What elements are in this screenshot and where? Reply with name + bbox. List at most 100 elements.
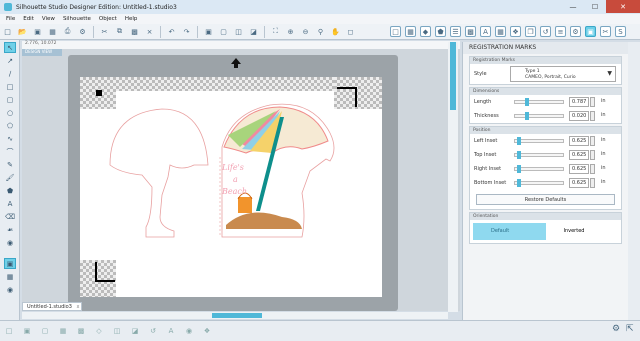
select-tool-icon[interactable]: ↖ [4,42,16,53]
print-icon[interactable]: ⎙ [62,26,73,37]
design-page[interactable]: Life's a Beach [80,77,382,297]
right-inset-slider-knob[interactable] [517,165,522,173]
pan-icon[interactable]: ✋ [330,26,341,37]
fill-pattern-icon[interactable]: ▩ [465,26,476,37]
left-inset-field[interactable]: 0.625 [569,136,589,146]
length-field[interactable]: 0.787 [569,97,589,107]
online-store-icon[interactable]: ◉ [4,284,16,295]
store-icon[interactable]: S [615,26,626,37]
horizontal-scroll-thumb[interactable] [212,313,262,318]
fit-page-icon[interactable]: ◻ [345,26,356,37]
new-document-icon[interactable]: □ [2,26,13,37]
bottom-group-icon[interactable]: ▣ [22,326,32,336]
send-back-icon[interactable]: ◪ [248,26,259,37]
regular-polygon-icon[interactable]: ⬟ [4,185,16,196]
vertical-scroll-thumb[interactable] [450,42,456,110]
paste-icon[interactable]: ▩ [129,26,140,37]
grid-settings-icon[interactable]: ▦ [405,26,416,37]
menu-silhouette[interactable]: Silhouette [63,16,91,22]
select-all-icon[interactable]: ⛶ [270,26,281,37]
fill-color-icon[interactable]: ◆ [420,26,431,37]
horizontal-scrollbar[interactable] [22,312,448,319]
delete-icon[interactable]: ⨯ [144,26,155,37]
zoom-in-icon[interactable]: ⊕ [285,26,296,37]
tab-close-icon[interactable]: x [76,304,79,310]
thickness-slider-knob[interactable] [525,112,530,120]
curve-tool-icon[interactable]: ∿ [4,133,16,144]
length-slider[interactable] [514,98,564,106]
right-inset-field[interactable]: 0.625 [569,164,589,174]
restore-defaults-button[interactable]: Restore Defaults [476,194,615,205]
bottom-mirror-icon[interactable]: ◪ [130,326,140,336]
text-style-icon[interactable]: A [480,26,491,37]
cut-settings-icon[interactable]: ✂ [600,26,611,37]
trace-icon[interactable]: ❖ [510,26,521,37]
orientation-default-option[interactable]: Default [473,223,546,240]
bottom-inset-field[interactable]: 0.625 [569,178,589,188]
registration-marks-icon[interactable]: ▣ [585,26,596,37]
knife-tool-icon[interactable]: ☙ [4,224,16,235]
settings-gear-icon[interactable]: ⚙ [612,324,620,334]
thickness-field[interactable]: 0.020 [569,111,589,121]
top-inset-stepper[interactable] [590,150,595,160]
eraser-tool-icon[interactable]: ⌫ [4,211,16,222]
menu-view[interactable]: View [42,16,55,22]
page-setup-icon[interactable]: □ [390,26,401,37]
orientation-inverted-option[interactable]: Inverted [546,223,619,240]
zoom-select-icon[interactable]: ⚲ [315,26,326,37]
style-dropdown[interactable]: Type 1 CAMEO, Portrait, Curio ▼ [510,66,616,82]
bottom-rotate-icon[interactable]: ↺ [148,326,158,336]
bottom-text-icon[interactable]: A [166,326,176,336]
redo-icon[interactable]: ↷ [181,26,192,37]
edit-points-icon[interactable]: ↗ [4,55,16,66]
text-tool-icon[interactable]: A [4,198,16,209]
right-inset-stepper[interactable] [590,164,595,174]
library-icon[interactable]: ▦ [47,26,58,37]
bring-front-icon[interactable]: ◫ [233,26,244,37]
replicate-icon[interactable]: ❐ [525,26,536,37]
bottom-ungroup-icon[interactable]: ▢ [40,326,50,336]
bottom-duplicate-icon[interactable]: ◫ [112,326,122,336]
bottom-inset-slider[interactable] [514,179,564,187]
line-style-icon[interactable]: ☰ [450,26,461,37]
maximize-button[interactable]: ☐ [584,0,606,13]
line-color-icon[interactable]: ⬟ [435,26,446,37]
polygon-tool-icon[interactable]: ⬠ [4,120,16,131]
left-inset-stepper[interactable] [590,136,595,146]
bottom-compound-icon[interactable]: ▦ [58,326,68,336]
left-inset-slider-knob[interactable] [517,137,522,145]
rectangle-tool-icon[interactable]: □ [4,81,16,92]
canvas-area[interactable]: DESIGN VIEW Life's a Beach [22,49,460,311]
rounded-rect-tool-icon[interactable]: ▢ [4,94,16,105]
arc-tool-icon[interactable]: ⌒ [4,146,16,157]
zoom-out-icon[interactable]: ⊖ [300,26,311,37]
line-tool-icon[interactable]: ∕ [4,68,16,79]
length-slider-knob[interactable] [525,98,530,106]
brush-tool-icon[interactable]: 🖌 [4,172,16,183]
save-icon[interactable]: ▣ [32,26,43,37]
bottom-weld-icon[interactable]: ◇ [94,326,104,336]
copy-icon[interactable]: ⧉ [114,26,125,37]
top-inset-slider[interactable] [514,151,564,159]
menu-help[interactable]: Help [125,16,138,22]
length-stepper[interactable] [590,97,595,107]
ellipse-tool-icon[interactable]: ○ [4,107,16,118]
open-icon[interactable]: 📂 [17,26,28,37]
menu-edit[interactable]: Edit [23,16,34,22]
tab-untitled-1[interactable]: Untitled-1.studio3 x [22,302,82,311]
undo-icon[interactable]: ↶ [166,26,177,37]
menu-object[interactable]: Object [99,16,117,22]
modify-icon[interactable]: ⚙ [570,26,581,37]
align-icon[interactable]: ≡ [555,26,566,37]
thickness-stepper[interactable] [590,111,595,121]
bottom-select-icon[interactable]: □ [4,326,14,336]
send-to-cutter-icon[interactable]: ⚙ [77,26,88,37]
library-view-icon[interactable]: ▦ [4,271,16,282]
bottom-release-icon[interactable]: ▩ [76,326,86,336]
transform-icon[interactable]: ↺ [540,26,551,37]
bottom-offset-icon[interactable]: ◉ [184,326,194,336]
right-inset-slider[interactable] [514,165,564,173]
offset-icon[interactable]: ▦ [495,26,506,37]
design-space-icon[interactable]: ▣ [4,258,16,269]
thickness-slider[interactable] [514,112,564,120]
